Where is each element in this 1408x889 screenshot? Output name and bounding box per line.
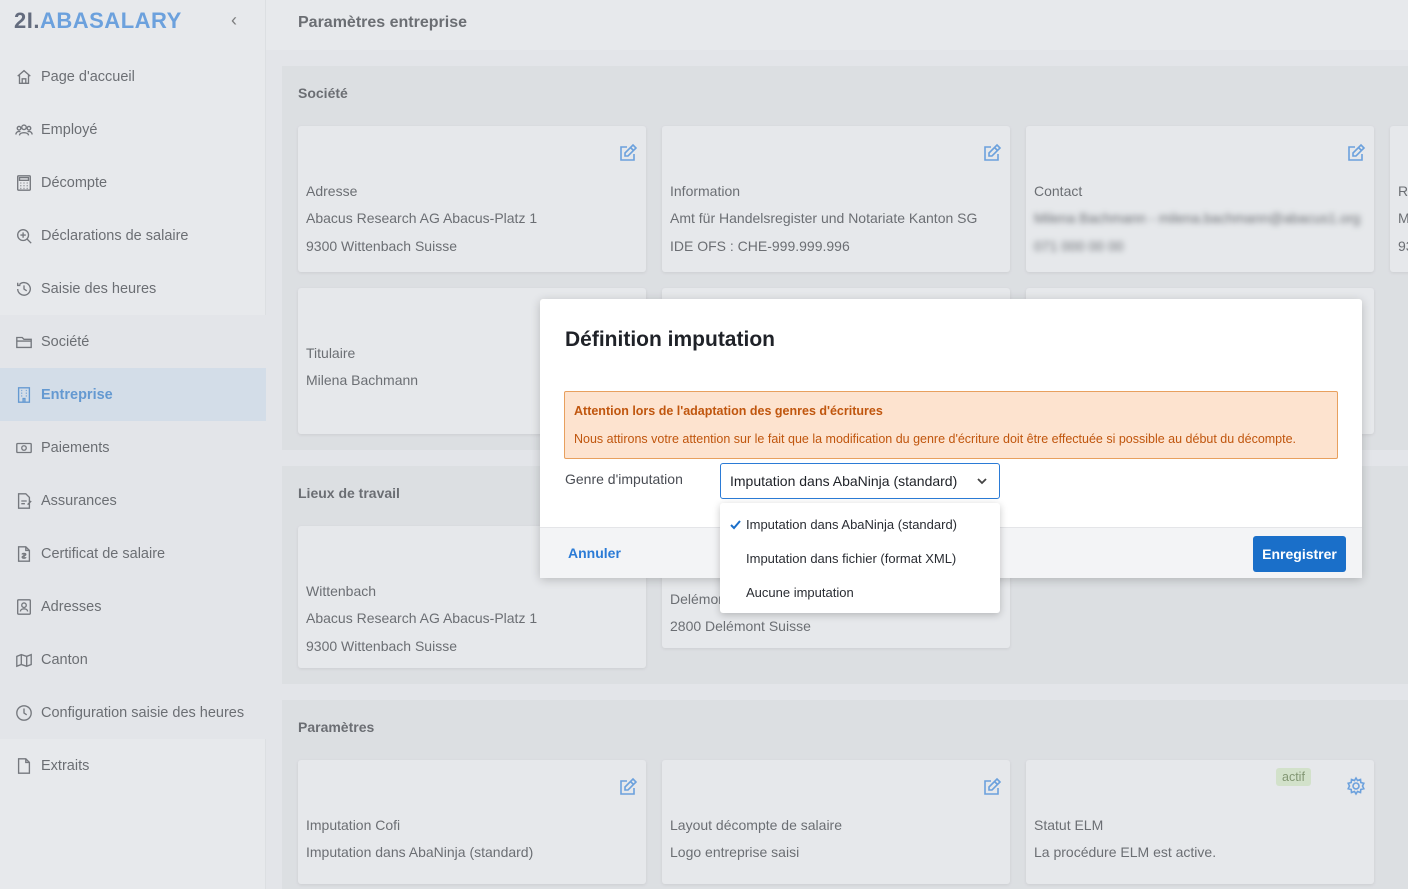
option-aucune[interactable]: Aucune imputation <box>720 575 1000 609</box>
cancel-button[interactable]: Annuler <box>568 545 621 561</box>
option-label: Imputation dans fichier (format XML) <box>746 551 957 566</box>
dialog-title: Définition imputation <box>565 328 775 351</box>
option-label: Aucune imputation <box>746 585 854 600</box>
check-icon <box>729 518 742 531</box>
genre-imputation-options: Imputation dans AbaNinja (standard) Impu… <box>720 503 1000 613</box>
genre-imputation-label: Genre d'imputation <box>565 471 683 487</box>
save-button[interactable]: Enregistrer <box>1253 536 1346 572</box>
warning-alert: Attention lors de l'adaptation des genre… <box>564 391 1338 459</box>
option-abaninja[interactable]: Imputation dans AbaNinja (standard) <box>720 507 1000 541</box>
genre-imputation-select[interactable]: Imputation dans AbaNinja (standard) <box>720 463 1000 499</box>
select-value: Imputation dans AbaNinja (standard) <box>730 473 958 489</box>
chevron-down-icon[interactable] <box>975 474 989 488</box>
alert-title: Attention lors de l'adaptation des genre… <box>574 404 883 418</box>
alert-text: Nous attirons votre attention sur le fai… <box>574 432 1297 446</box>
option-label: Imputation dans AbaNinja (standard) <box>746 517 958 532</box>
option-fichier-xml[interactable]: Imputation dans fichier (format XML) <box>720 541 1000 575</box>
